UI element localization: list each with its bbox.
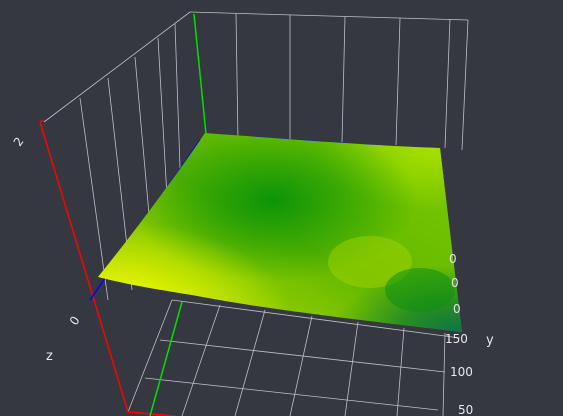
z-axis-title: z — [46, 349, 53, 364]
3d-plot-viewport[interactable]: 2 0 z 0 0 0 150 100 50 y — [0, 0, 563, 416]
z-axis-top-edge — [39, 119, 45, 123]
y-tick-label: 100 — [450, 365, 473, 379]
y-tick-label: 50 — [458, 403, 473, 416]
x-tick-label-partial: 0 — [451, 276, 459, 290]
y-axis-title: y — [486, 333, 494, 348]
y-tick-label: 150 — [445, 332, 468, 346]
z-tick-label: 0 — [67, 314, 83, 328]
z-tick-label: 2 — [11, 135, 27, 149]
surface-plot[interactable] — [90, 125, 470, 340]
3d-scene[interactable]: 2 0 z 0 0 0 150 100 50 y — [0, 0, 563, 416]
x-tick-label-partial: 0 — [453, 302, 461, 316]
y-axis-line-front — [149, 301, 183, 416]
x-tick-label-partial: 0 — [449, 252, 457, 266]
y-axis-line-back — [193, 13, 207, 135]
